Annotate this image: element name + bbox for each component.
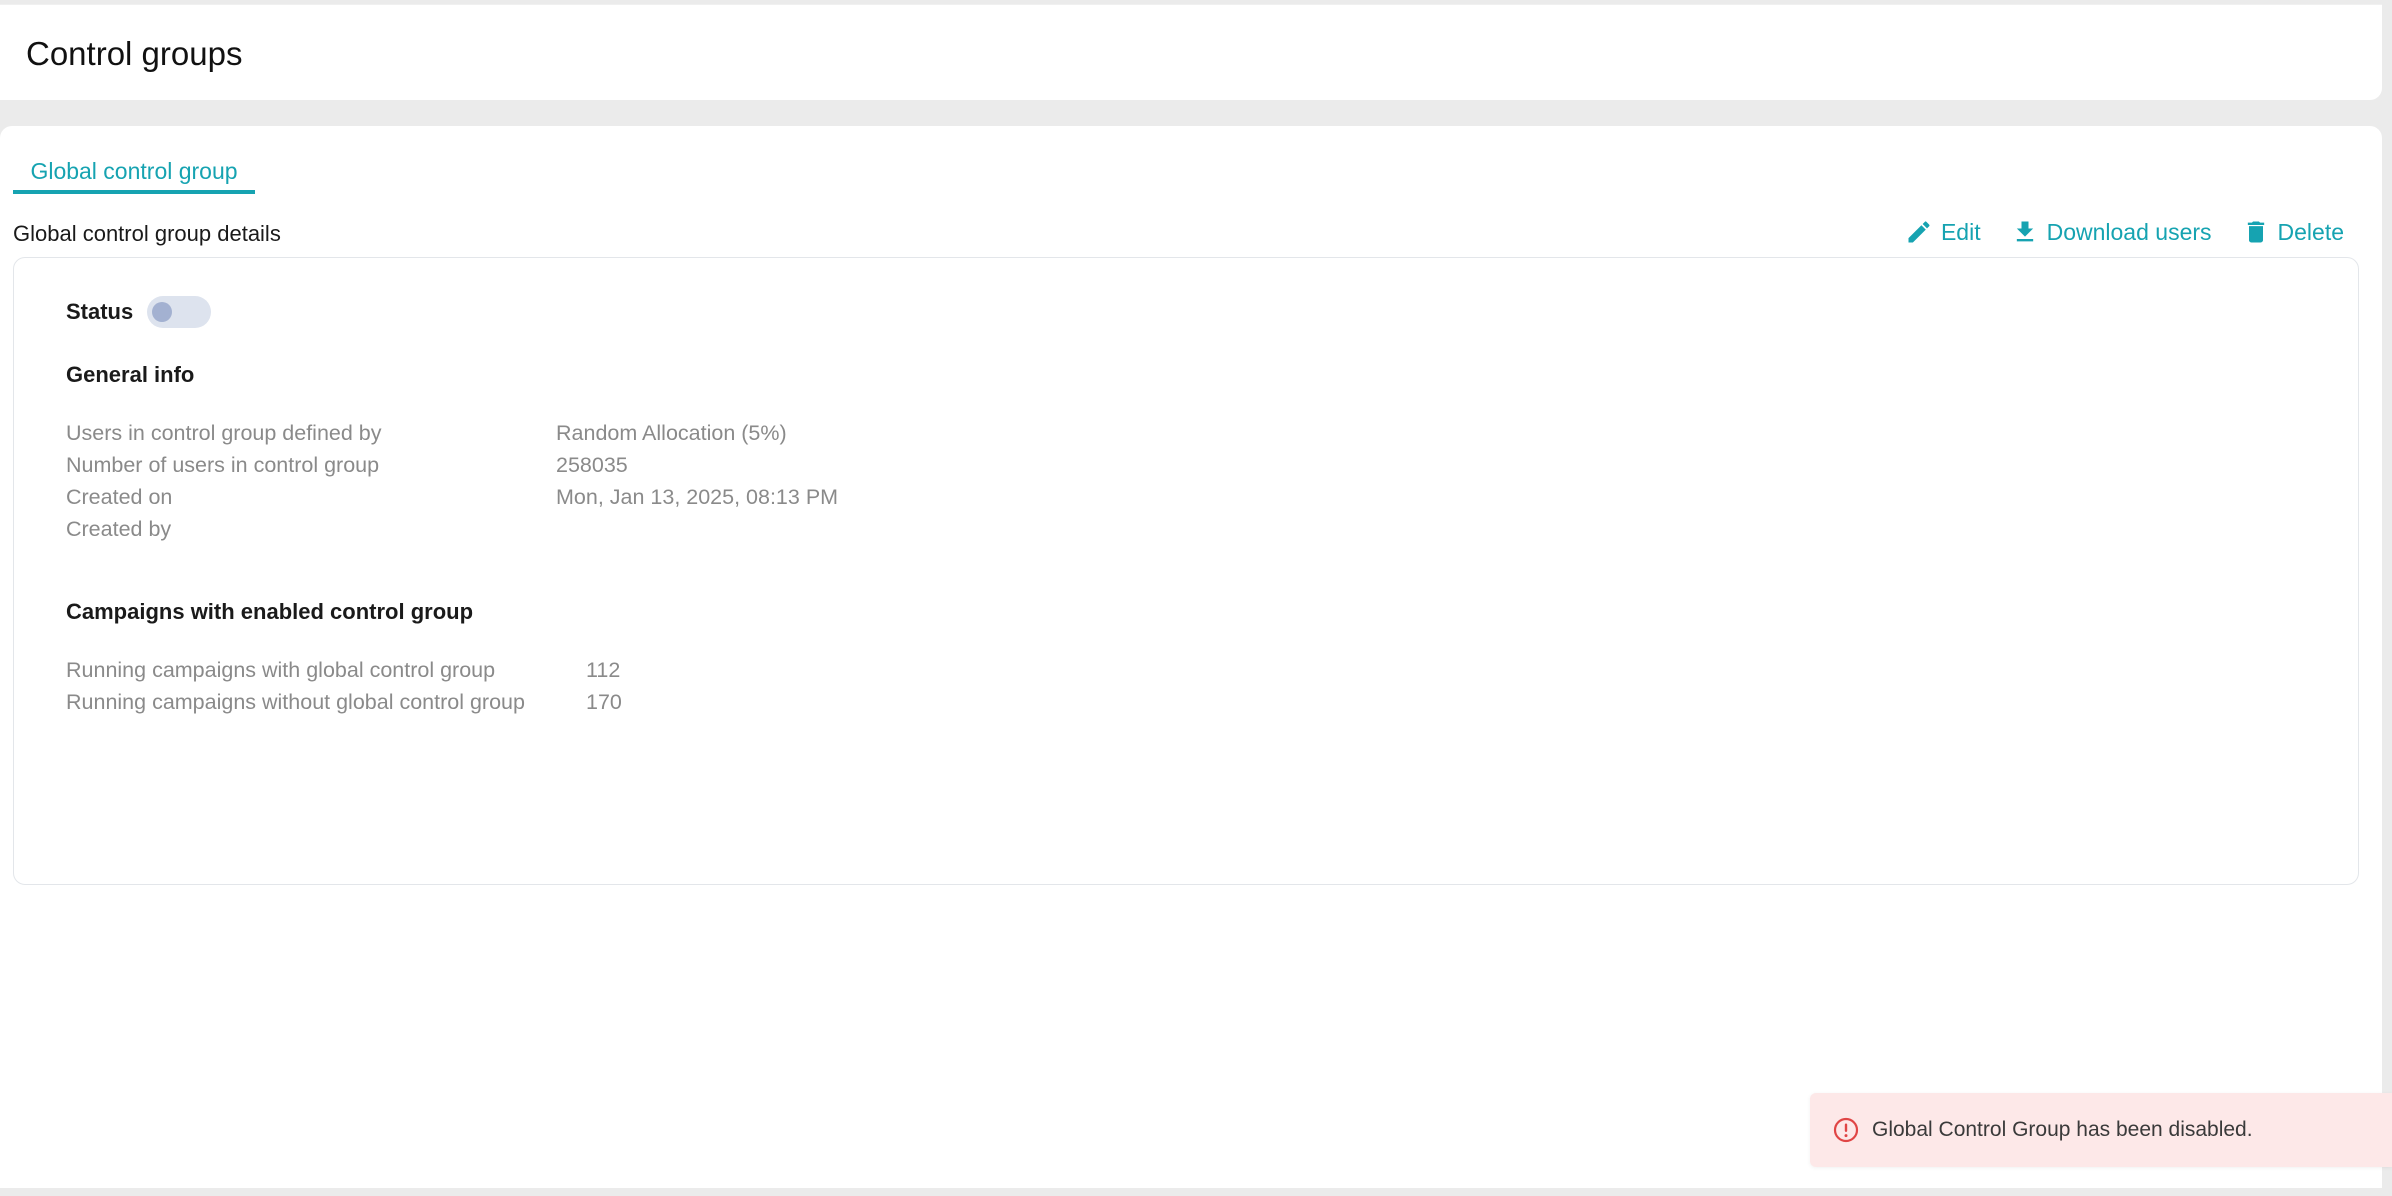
info-row: Created on Mon, Jan 13, 2025, 08:13 PM <box>66 481 838 513</box>
toast-message: Global Control Group has been disabled. <box>1872 1118 2253 1141</box>
info-row: Number of users in control group 258035 <box>66 449 838 481</box>
info-key: Created by <box>66 517 172 541</box>
info-value: 258035 <box>556 453 628 477</box>
delete-label: Delete <box>2277 218 2344 245</box>
info-key: Number of users in control group <box>66 453 380 477</box>
info-row: Users in control group defined by Random… <box>66 417 838 449</box>
page-header: Control groups <box>0 4 2382 100</box>
campaign-value: 112 <box>586 658 621 682</box>
toggle-knob <box>152 302 173 322</box>
edit-label: Edit <box>1940 218 1981 245</box>
action-bar: Edit Download users Delete <box>1905 218 2344 246</box>
info-value: Mon, Jan 13, 2025, 08:13 PM <box>556 485 839 509</box>
tab-global-control-group[interactable]: Global control group <box>13 146 255 194</box>
info-value: Random Allocation (5%) <box>556 421 787 445</box>
delete-button[interactable]: Delete <box>2242 218 2344 246</box>
page-bottom-edge <box>0 1188 2392 1196</box>
info-key: Users in control group defined by <box>66 421 382 445</box>
campaign-row: Running campaigns without global control… <box>66 686 622 718</box>
download-users-button[interactable]: Download users <box>2011 218 2212 246</box>
section-title: Global control group details <box>13 221 281 246</box>
general-info-heading: General info <box>66 362 195 387</box>
toast-notification[interactable]: Global Control Group has been disabled. <box>1810 1093 2392 1167</box>
trash-icon <box>2247 221 2264 243</box>
download-icon <box>2016 221 2033 242</box>
info-row: Created by <box>66 513 838 545</box>
status-row: Status <box>66 296 212 328</box>
info-key: Created on <box>66 485 173 509</box>
main-content: Global control group Global control grou… <box>0 126 2382 1190</box>
page: Control groups Global control group Glob… <box>0 0 2392 1196</box>
campaign-value: 170 <box>586 690 622 714</box>
status-toggle[interactable] <box>147 296 212 328</box>
campaigns-table: Running campaigns with global control gr… <box>66 654 622 718</box>
download-users-label: Download users <box>2046 218 2212 245</box>
page-title: Control groups <box>26 35 243 72</box>
pencil-icon <box>1908 221 1930 243</box>
status-label: Status <box>66 299 134 324</box>
edit-button[interactable]: Edit <box>1905 218 1981 246</box>
campaign-key: Running campaigns with global control gr… <box>66 658 496 682</box>
alert-circle-icon <box>1833 1117 1859 1143</box>
campaign-row: Running campaigns with global control gr… <box>66 654 622 686</box>
campaigns-heading: Campaigns with enabled control group <box>66 599 474 624</box>
campaign-key: Running campaigns without global control… <box>66 690 525 714</box>
general-info-table: Users in control group defined by Random… <box>66 417 838 545</box>
details-card: Status General info Users in control gro… <box>13 257 2359 885</box>
